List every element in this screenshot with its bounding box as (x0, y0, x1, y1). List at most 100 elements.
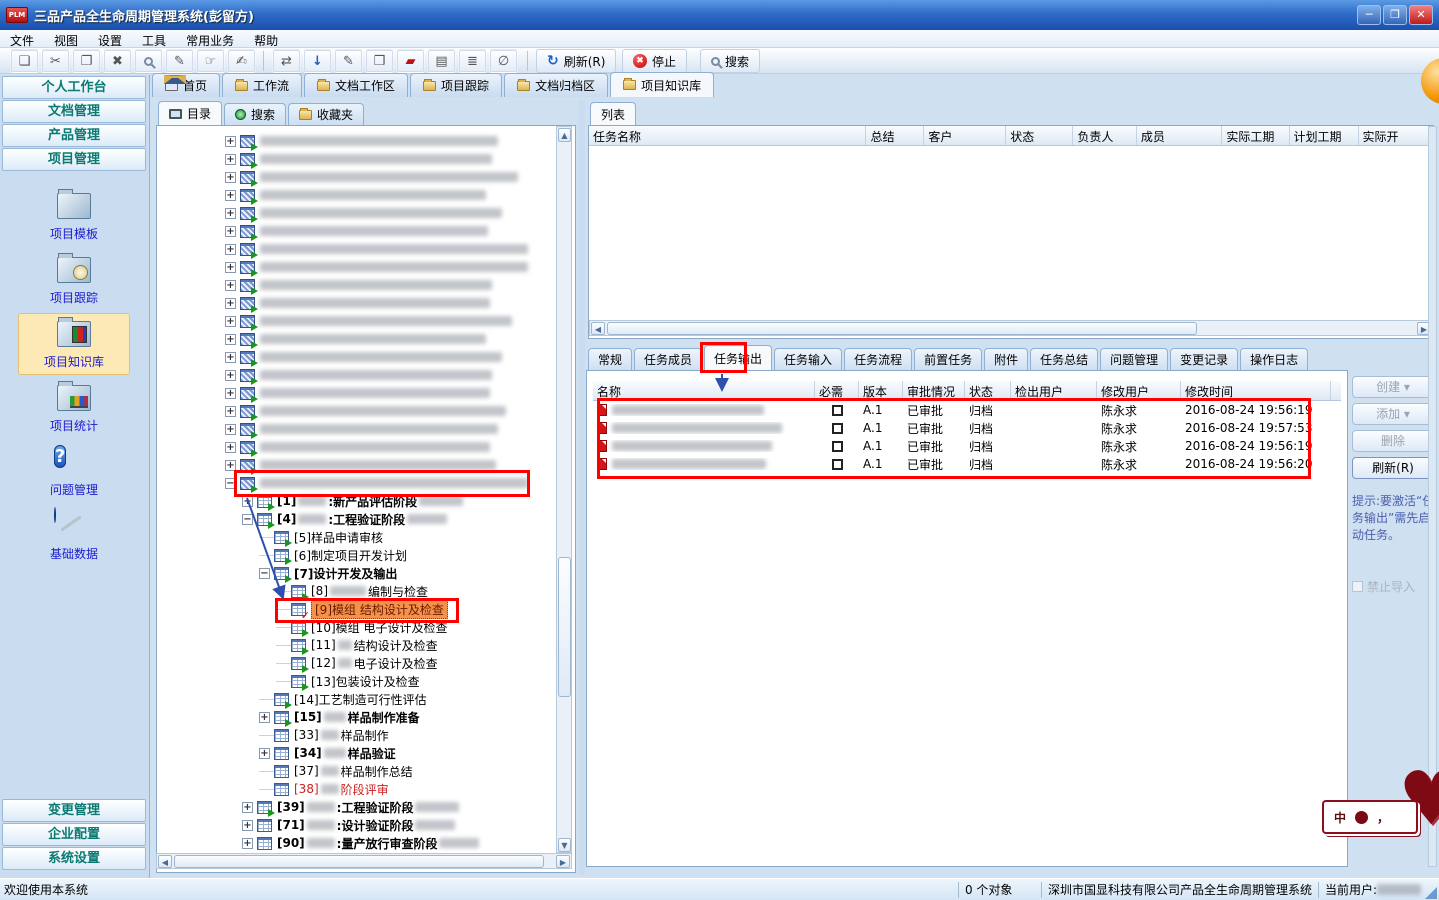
sidebar-item[interactable]: 项目统计 (18, 377, 130, 439)
expand-icon[interactable]: + (259, 748, 270, 759)
collapse-icon[interactable]: − (259, 568, 270, 579)
ime-mode-indicator[interactable]: 中 (1334, 809, 1346, 826)
expand-icon[interactable]: + (225, 208, 236, 219)
column-header[interactable]: 计划工期 (1290, 126, 1359, 145)
workspace-tab[interactable]: 首页 (152, 73, 220, 97)
sidebar-section-button[interactable]: 项目管理 (2, 148, 146, 171)
column-header[interactable]: 实际工期 (1222, 126, 1289, 145)
pointer-icon[interactable]: ☞ (196, 49, 225, 73)
output-row[interactable]: A.1已审批归档陈永求2016-08-24 19:56:20 (593, 455, 1341, 473)
resize-grip[interactable] (1425, 887, 1437, 899)
window-control-button[interactable]: ─ (1357, 5, 1381, 25)
menu-item[interactable]: 工具 (132, 31, 176, 47)
tree-node[interactable]: [5]样品申请审核 (157, 528, 547, 546)
sidebar-section-button[interactable]: 个人工作台 (2, 76, 146, 99)
tree-node[interactable]: + (157, 276, 547, 294)
window-control-button[interactable]: ✕ (1409, 5, 1433, 25)
column-header[interactable]: 修改用户 (1097, 381, 1181, 400)
required-checkbox[interactable] (832, 423, 843, 434)
tree-node[interactable]: [9]模组 结构设计及检查 (157, 600, 547, 618)
tree-vscrollbar[interactable]: ▲ ▼ (556, 126, 572, 853)
expand-icon[interactable]: + (225, 352, 236, 363)
required-checkbox[interactable] (832, 441, 843, 452)
detail-tab[interactable]: 任务流程 (844, 348, 912, 370)
output-row[interactable]: A.1已审批归档陈永求2016-08-24 19:57:53 (593, 419, 1341, 437)
workspace-tab[interactable]: 文档工作区 (304, 73, 408, 97)
column-header[interactable]: 状态 (965, 381, 1011, 400)
column-header[interactable]: 客户 (924, 126, 1006, 145)
search-button[interactable]: 搜索 (700, 49, 760, 73)
copy-doc-icon[interactable]: ❒ (365, 49, 394, 73)
workspace-tab[interactable]: 工作流 (222, 73, 302, 97)
tree-node[interactable]: [11] 结构设计及检查 (157, 636, 547, 654)
paste-icon[interactable]: ❐ (72, 49, 101, 73)
checkin-icon[interactable]: ⇄ (272, 49, 301, 73)
tree-node[interactable]: + (157, 204, 547, 222)
output-row[interactable]: A.1已审批归档陈永求2016-08-24 19:56:19 (593, 401, 1341, 419)
expand-icon[interactable]: + (225, 190, 236, 201)
sidebar-section-button[interactable]: 产品管理 (2, 124, 146, 147)
expand-icon[interactable]: + (259, 712, 270, 723)
column-header[interactable]: 名称 (593, 381, 815, 400)
sidebar-section-button[interactable]: 变更管理 (2, 799, 146, 822)
tree-node[interactable]: + (157, 438, 547, 456)
expand-icon[interactable]: + (242, 496, 253, 507)
doc-forbid-icon[interactable]: ∅ (489, 49, 518, 73)
expand-icon[interactable]: + (225, 460, 236, 471)
tree-node[interactable]: [13]包装设计及检查 (157, 672, 547, 690)
ime-punct-icon[interactable]: ， (1377, 809, 1389, 826)
tree-node[interactable]: +[1]:新产品评估阶段 (157, 492, 547, 510)
delete-button[interactable]: 删除 (1352, 430, 1434, 452)
delete-icon[interactable]: ✖ (103, 49, 132, 73)
tree-node[interactable]: + (157, 402, 547, 420)
tree-node[interactable]: −[4]:工程验证阶段 (157, 510, 547, 528)
tree-node[interactable]: + (157, 312, 547, 330)
column-header[interactable]: 任务名称 (589, 126, 866, 145)
sidebar-item[interactable]: 基础数据 (18, 505, 130, 567)
detail-tab[interactable]: 前置任务 (914, 348, 982, 370)
tree-node[interactable]: + (157, 366, 547, 384)
detail-tab[interactable]: 问题管理 (1100, 348, 1168, 370)
add-button[interactable]: 添加 ▾ (1352, 403, 1434, 425)
detail-tab[interactable]: 任务总结 (1030, 348, 1098, 370)
expand-icon[interactable]: + (225, 388, 236, 399)
refresh-list-button[interactable]: 刷新(R) (1352, 457, 1434, 479)
forbid-import-checkbox[interactable]: 禁止导入 (1352, 578, 1438, 595)
sidebar-item[interactable]: 项目模板 (18, 185, 130, 247)
sidebar-section-button[interactable]: 企业配置 (2, 823, 146, 846)
detail-tab[interactable]: 常规 (588, 348, 632, 370)
expand-icon[interactable]: + (225, 226, 236, 237)
detail-tab[interactable]: 任务成员 (634, 348, 702, 370)
window-control-button[interactable]: ❐ (1383, 5, 1407, 25)
collapse-icon[interactable]: − (225, 478, 236, 489)
expand-icon[interactable]: + (242, 820, 253, 831)
list-tab[interactable]: 列表 (590, 102, 636, 126)
expand-icon[interactable]: + (225, 298, 236, 309)
ime-fullhalf-icon[interactable] (1355, 811, 1368, 824)
expand-icon[interactable]: + (242, 838, 253, 849)
tree-node[interactable]: +[34]样品验证 (157, 744, 547, 762)
tree-tab[interactable]: 搜索 (224, 103, 286, 125)
tree-node[interactable]: +[15]样品制作准备 (157, 708, 547, 726)
stop-button[interactable]: ✖ 停止 (622, 49, 687, 73)
column-header[interactable]: 状态 (1006, 126, 1073, 145)
tree-node[interactable]: [14]工艺制造可行性评估 (157, 690, 547, 708)
menu-item[interactable]: 视图 (44, 31, 88, 47)
tree-node[interactable]: [6]制定项目开发计划 (157, 546, 547, 564)
tree-node[interactable]: [10]模组 电子设计及检查 (157, 618, 547, 636)
expand-icon[interactable]: + (225, 154, 236, 165)
menu-item[interactable]: 设置 (88, 31, 132, 47)
tree-tab[interactable]: 收藏夹 (288, 103, 364, 125)
tree-node[interactable]: + (157, 384, 547, 402)
print-icon[interactable]: ▤ (427, 49, 456, 73)
detail-tab[interactable]: 变更记录 (1170, 348, 1238, 370)
expand-icon[interactable]: + (225, 172, 236, 183)
column-header[interactable]: 修改时间 (1181, 381, 1331, 400)
expand-icon[interactable]: + (225, 244, 236, 255)
workspace-tab[interactable]: 项目跟踪 (410, 73, 502, 97)
ime-toolbar[interactable]: 中 ， (1322, 800, 1418, 834)
tree-node[interactable]: [37]样品制作总结 (157, 762, 547, 780)
tree-node[interactable]: +[90]:量产放行审查阶段 (157, 834, 547, 852)
workspace-tab[interactable]: 项目知识库 (610, 72, 714, 97)
expand-icon[interactable]: + (225, 442, 236, 453)
